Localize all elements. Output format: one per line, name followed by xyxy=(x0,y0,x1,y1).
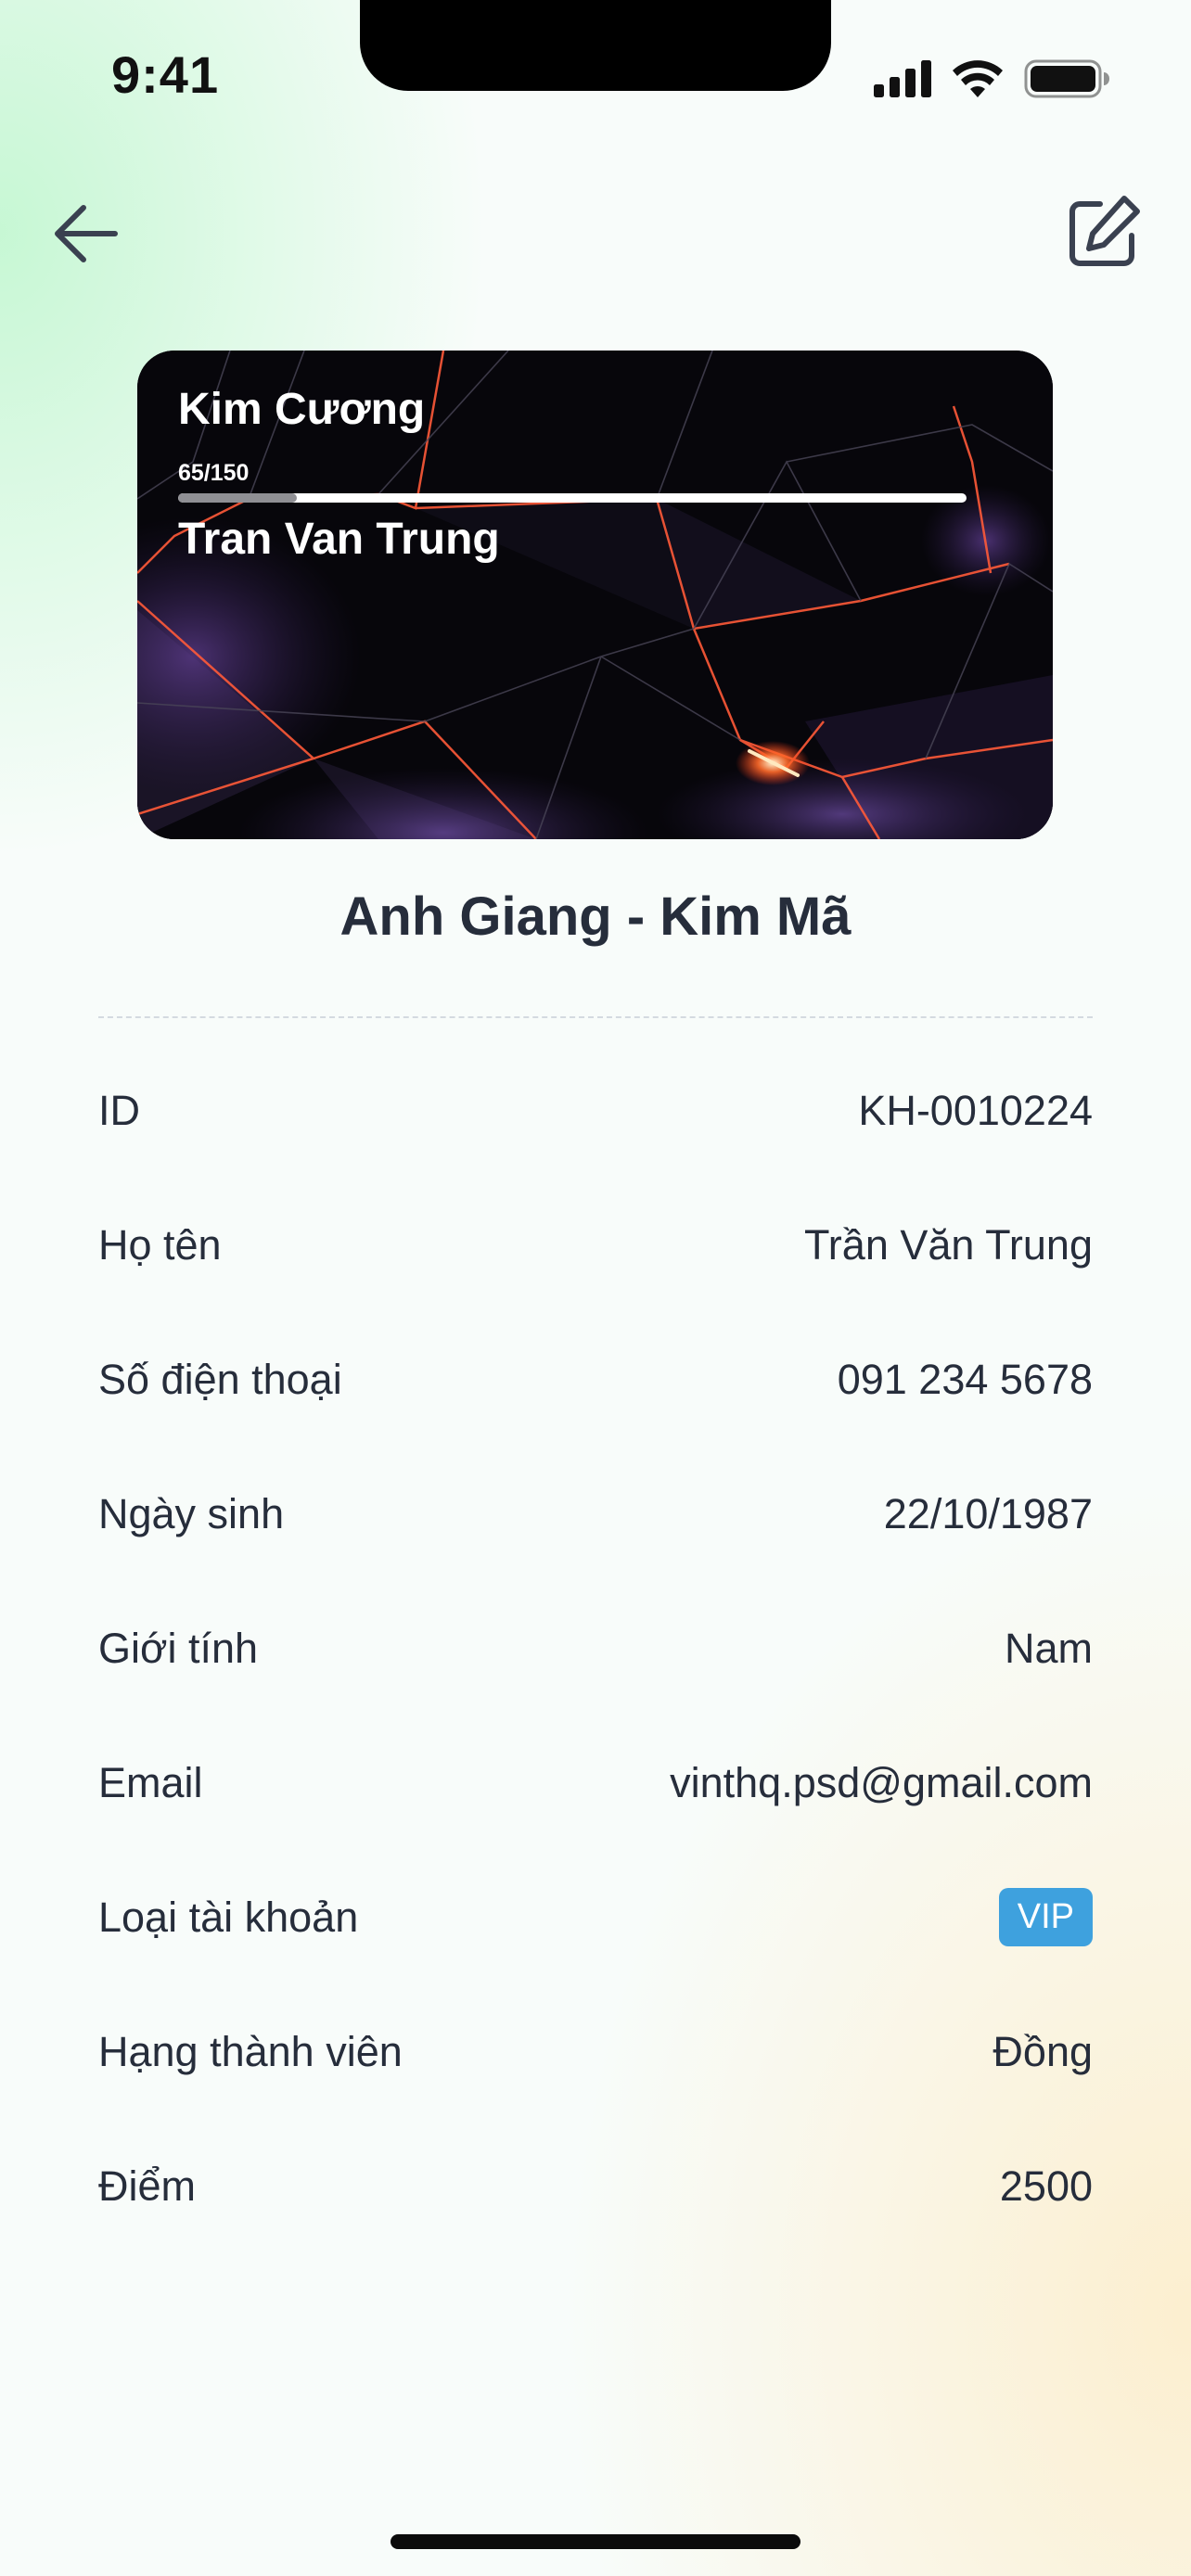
edit-button[interactable] xyxy=(1057,185,1150,278)
info-row-id: ID KH-0010224 xyxy=(98,1043,1093,1178)
home-indicator[interactable] xyxy=(391,2534,800,2549)
store-name-title: Anh Giang - Kim Mã xyxy=(339,886,852,947)
card-progress-text: 65/150 xyxy=(178,460,250,486)
info-row-birthday: Ngày sinh 22/10/1987 xyxy=(98,1447,1093,1581)
phone-value: 091 234 5678 xyxy=(837,1355,1093,1403)
status-time: 9:41 xyxy=(111,45,220,104)
gender-value: Nam xyxy=(1004,1624,1093,1672)
info-row-name: Họ tên Trần Văn Trung xyxy=(98,1178,1093,1312)
phone-label: Số điện thoại xyxy=(98,1355,342,1403)
info-row-points: Điểm 2500 xyxy=(98,2119,1093,2253)
card-progress-bar xyxy=(178,493,967,503)
gender-label: Giới tính xyxy=(98,1624,259,1672)
cellular-signal-icon xyxy=(874,60,931,97)
id-label: ID xyxy=(98,1086,140,1134)
card-holder-name: Tran Van Trung xyxy=(178,515,500,564)
name-value: Trần Văn Trung xyxy=(803,1220,1093,1269)
vip-badge: VIP xyxy=(998,1887,1093,1947)
name-label: Họ tên xyxy=(98,1220,222,1269)
rank-label: Hạng thành viên xyxy=(98,2027,403,2075)
info-row-email: Email vinthq.psd@gmail.com xyxy=(98,1715,1093,1850)
top-navigation xyxy=(0,176,1191,287)
info-row-account-type: Loại tài khoản VIP xyxy=(98,1850,1093,1984)
account-type-label: Loại tài khoản xyxy=(98,1893,359,1941)
wifi-icon xyxy=(953,60,1003,97)
status-icons xyxy=(874,56,1109,102)
battery-icon xyxy=(1024,59,1109,98)
edit-icon xyxy=(1069,196,1140,266)
customer-info-list: ID KH-0010224 Họ tên Trần Văn Trung Số đ… xyxy=(98,1043,1093,2253)
rank-value: Đồng xyxy=(992,2027,1093,2075)
status-bar: 9:41 xyxy=(0,0,1191,148)
birthday-label: Ngày sinh xyxy=(98,1489,285,1537)
info-row-phone: Số điện thoại 091 234 5678 xyxy=(98,1312,1093,1447)
info-row-gender: Giới tính Nam xyxy=(98,1581,1093,1715)
points-label: Điểm xyxy=(98,2162,197,2210)
info-row-rank: Hạng thành viên Đồng xyxy=(98,1984,1093,2119)
birthday-value: 22/10/1987 xyxy=(883,1489,1093,1537)
arrow-left-icon xyxy=(55,205,118,262)
back-button[interactable] xyxy=(41,189,130,278)
points-value: 2500 xyxy=(999,2162,1093,2210)
membership-card[interactable]: Kim Cương 65/150 Tran Van Trung xyxy=(137,351,1053,839)
device-notch xyxy=(360,0,831,91)
card-tier-name: Kim Cương xyxy=(178,385,426,434)
dashed-divider xyxy=(98,1016,1093,1018)
email-value: vinthq.psd@gmail.com xyxy=(670,1758,1093,1806)
email-label: Email xyxy=(98,1758,203,1806)
id-value: KH-0010224 xyxy=(858,1086,1093,1134)
card-progress-fill xyxy=(178,493,297,503)
